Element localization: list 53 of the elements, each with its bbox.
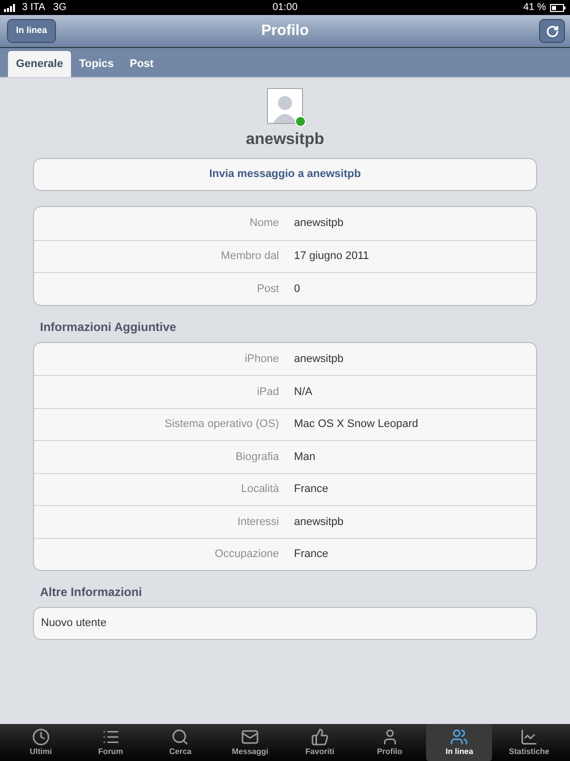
- thumbs-up-icon: [310, 728, 329, 746]
- page-title: Profilo: [261, 20, 309, 41]
- tab-bar-item[interactable]: Profilo: [356, 724, 423, 761]
- field-value: anewsitpb: [294, 514, 344, 530]
- tab[interactable]: Topics: [71, 51, 122, 77]
- carrier-text: 3 ITA: [22, 1, 46, 15]
- envelope-icon: [241, 728, 260, 746]
- tab[interactable]: Generale: [8, 51, 72, 77]
- clock-text: 01:00: [272, 1, 298, 15]
- tab-bar-item[interactable]: In linea: [426, 724, 492, 761]
- note-text: Nuovo utente: [41, 616, 106, 632]
- search-icon: [171, 728, 190, 746]
- chart-icon: [520, 728, 538, 746]
- avatar: [267, 88, 303, 124]
- refresh-icon: [546, 24, 558, 38]
- field-label: iPhone: [244, 352, 279, 366]
- field-value: France: [294, 482, 328, 497]
- back-button[interactable]: In linea: [7, 19, 56, 43]
- field-label: Biografia: [234, 450, 279, 464]
- section-title: Altre Informazioni: [40, 584, 144, 601]
- section-title: Informazioni Aggiuntive: [40, 318, 178, 336]
- tab-bar-item[interactable]: Ultimi: [8, 724, 74, 761]
- field-label: Occupazione: [214, 547, 279, 562]
- signal-icon: [4, 4, 18, 12]
- field-label: Interessi: [236, 514, 279, 530]
- field-label: Membro dal: [220, 249, 279, 264]
- battery-icon: [550, 4, 566, 12]
- clock-icon: [32, 728, 50, 746]
- field-value: France: [294, 547, 328, 562]
- field-value: Man: [294, 450, 316, 464]
- battery-text: 41 %: [523, 1, 546, 15]
- send-message-button[interactable]: Invia messaggio a anewsitpb: [33, 158, 537, 191]
- field-label: Sistema operativo (OS): [164, 417, 279, 432]
- field-label: Località: [240, 482, 279, 497]
- refresh-button[interactable]: [539, 19, 565, 43]
- tab-bar-item[interactable]: Statistiche: [496, 724, 562, 761]
- tab-bar-item[interactable]: Messaggi: [217, 724, 284, 761]
- tab-bar-item[interactable]: Favoriti: [286, 724, 353, 761]
- field-value: 0: [294, 282, 300, 296]
- field-label: Nome: [248, 216, 279, 231]
- tab[interactable]: Post: [122, 51, 162, 77]
- people-icon: [450, 728, 468, 746]
- field-value: Mac OS X Snow Leopard: [294, 417, 418, 432]
- network-text: 3G: [53, 1, 66, 15]
- username: anewsitpb: [246, 130, 324, 150]
- field-value: anewsitpb: [294, 352, 344, 366]
- field-value: 17 giugno 2011: [294, 249, 370, 264]
- tab-bar-item[interactable]: Forum: [78, 724, 144, 761]
- field-value: N/A: [294, 384, 312, 400]
- tab-bar-item[interactable]: Cerca: [147, 724, 214, 761]
- field-value: anewsitpb: [294, 216, 344, 231]
- field-label: iPad: [256, 384, 279, 400]
- field-label: Post: [256, 282, 279, 296]
